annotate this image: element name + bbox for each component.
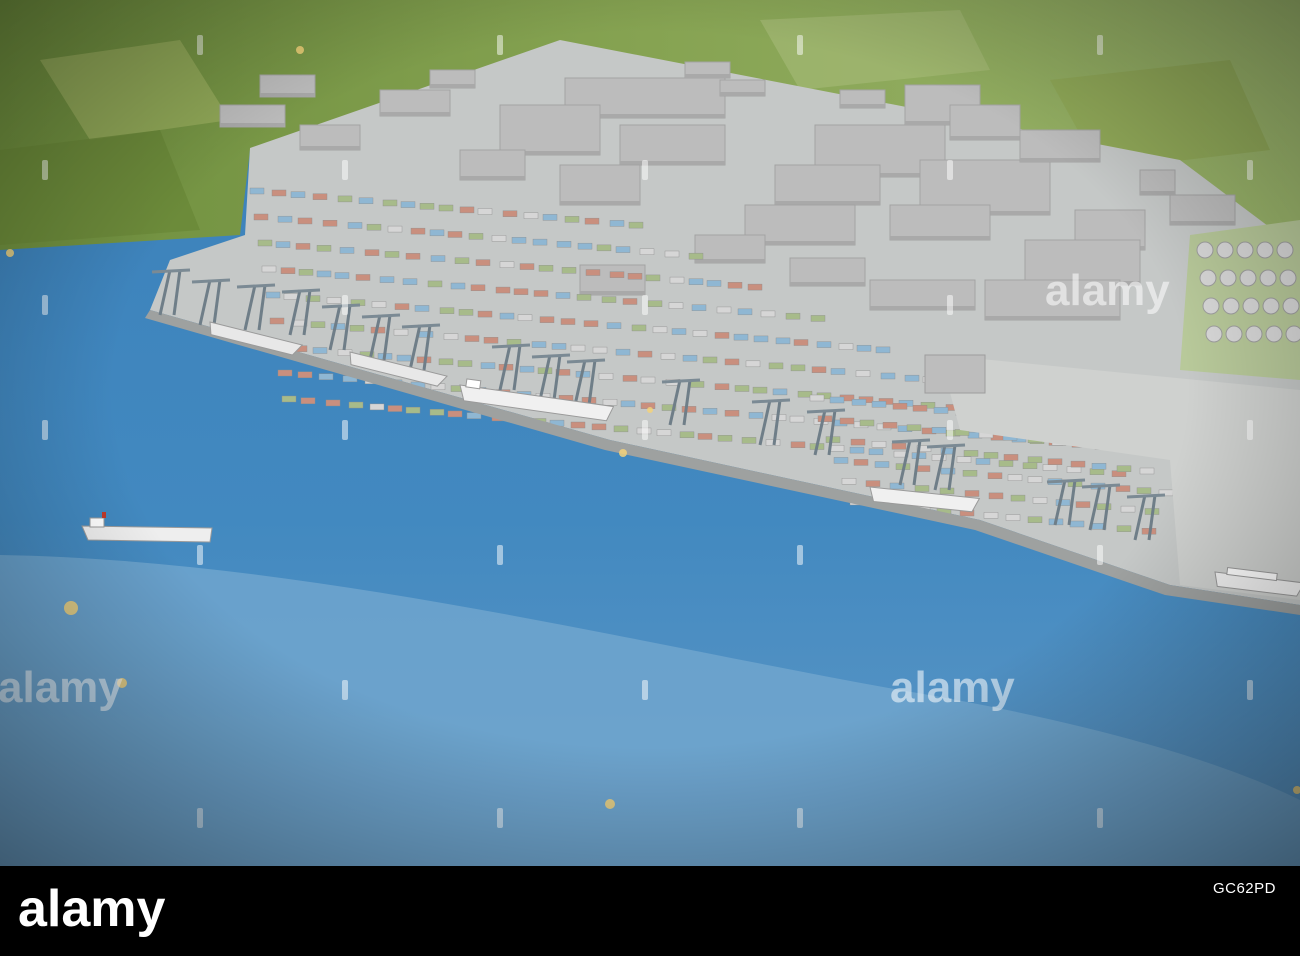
port-model-scene: alamyalamyalamy [0,0,1300,866]
vignette [0,0,1300,866]
footer-bar: alamy GC62PD [0,866,1300,956]
port-model-photo: alamyalamyalamy [0,0,1300,866]
logo-text: alamy [18,882,166,938]
image-id: GC62PD [1212,880,1276,897]
alamy-logo: alamy [18,882,166,938]
